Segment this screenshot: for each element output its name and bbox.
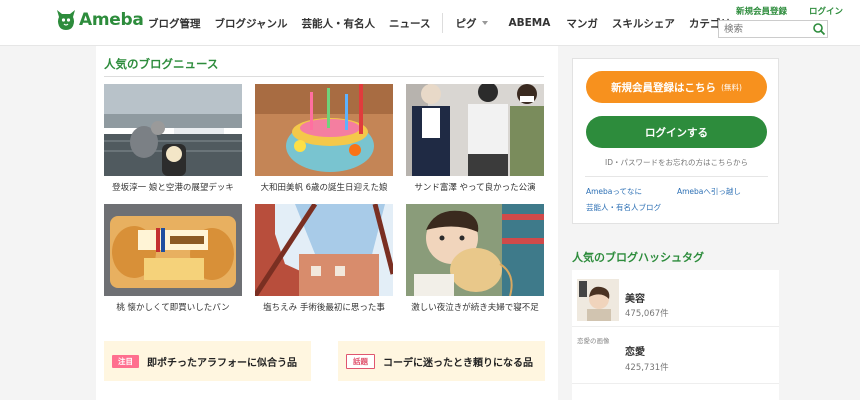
- promo-badge: 注目: [112, 354, 139, 368]
- nav-celebrity[interactable]: 芸能人・有名人: [301, 16, 375, 31]
- birthday-cake-photo: [255, 84, 393, 176]
- promo-badge: 話題: [346, 353, 375, 369]
- hashtag-thumbnail: [577, 279, 619, 321]
- nav-manga[interactable]: マンガ: [566, 16, 598, 31]
- news-item[interactable]: サンド富澤 やって良かった公演: [406, 84, 544, 193]
- bread-package-photo: [104, 204, 242, 296]
- nav-pigg[interactable]: ピグ: [455, 16, 489, 31]
- account-card: 新規会員登録はこちら (無料) ログインする ID・パスワードをお忘れの方はこち…: [572, 58, 779, 224]
- logo-wordmark: Ameba: [79, 10, 144, 30]
- register-button-label: 新規会員登録はこちら: [611, 81, 717, 94]
- news-caption: 大和田美帆 6歳の誕生日迎えた娘: [260, 183, 388, 193]
- nav-divider: [442, 13, 444, 33]
- news-caption: サンド富澤 やって良かった公演: [414, 183, 536, 193]
- hashtag-section-title: 人気のブログハッシュタグ: [572, 251, 704, 264]
- search-input[interactable]: [719, 21, 811, 37]
- news-caption: 登坂淳一 娘と空港の展望デッキ: [112, 183, 234, 193]
- nav-blog-manage[interactable]: ブログ管理: [148, 16, 201, 31]
- news-caption: 塩ちえみ 手術後最初に思った事: [263, 303, 385, 313]
- divider: [104, 76, 544, 77]
- hashtag-item[interactable]: 恋愛の画像 恋愛 425,731件: [572, 327, 779, 384]
- nav-pigg-label: ピグ: [455, 17, 477, 30]
- news-item[interactable]: 塩ちえみ 手術後最初に思った事: [255, 204, 393, 313]
- main-nav: ブログ管理 ブログジャンル 芸能人・有名人 ニュース ピグ ABEMA マンガ …: [148, 13, 743, 33]
- news-item[interactable]: 大和田美帆 6歳の誕生日迎えた娘: [255, 84, 393, 193]
- divider: [585, 176, 768, 177]
- news-section-title: 人気のブログニュース: [104, 57, 219, 71]
- hashtag-name: 恋愛: [625, 347, 645, 358]
- celebrity-blog-link[interactable]: 芸能人・有名人ブログ: [586, 202, 661, 213]
- airport-deck-photo: [104, 84, 242, 176]
- promo-text: コーデに迷ったとき頼りになる品: [383, 357, 533, 369]
- hashtag-count: 425,731件: [625, 363, 669, 373]
- performers-photo: [406, 84, 544, 176]
- promo-banner[interactable]: 注目 即ポチったアラフォーに似合う品: [104, 341, 311, 381]
- nav-skillshare[interactable]: スキルシェア: [612, 16, 675, 31]
- ameba-logo[interactable]: Ameba: [56, 8, 144, 32]
- hashtag-count: 475,067件: [625, 309, 669, 319]
- ameba-mascot-icon: [57, 10, 75, 30]
- move-to-ameba-link[interactable]: Amebaへ引っ越し: [677, 186, 741, 197]
- hashtag-item[interactable]: 美容 475,067件: [572, 270, 779, 327]
- news-caption: 桃 懐かしくて即買いしたパン: [116, 303, 230, 313]
- promo-text: 即ポチったアラフォーに似合う品: [147, 357, 297, 369]
- search-icon[interactable]: [812, 22, 826, 36]
- global-header: Ameba ブログ管理 ブログジャンル 芸能人・有名人 ニュース ピグ ABEM…: [0, 0, 860, 46]
- account-links: 新規会員登録 ログイン: [736, 5, 843, 17]
- register-button[interactable]: 新規会員登録はこちら (無料): [586, 71, 767, 103]
- register-note: (無料): [721, 82, 742, 92]
- header-login-link[interactable]: ログイン: [809, 5, 843, 17]
- hashtag-list: 美容 475,067件 恋愛の画像 恋愛 425,731件: [572, 270, 779, 400]
- news-item[interactable]: 桃 懐かしくて即買いしたパン: [104, 204, 242, 313]
- hashtag-name: 美容: [625, 294, 645, 305]
- forgot-password-link[interactable]: ID・パスワードをお忘れの方はこちらから: [573, 157, 780, 168]
- window-sky-photo: [255, 204, 393, 296]
- news-item[interactable]: 激しい夜泣きが続き夫婦で寝不足: [406, 204, 544, 313]
- hashtag-thumbnail: 恋愛の画像: [577, 337, 610, 345]
- header-register-link[interactable]: 新規会員登録: [736, 5, 787, 17]
- baby-balloon-photo: [406, 204, 544, 296]
- news-caption: 激しい夜泣きが続き夫婦で寝不足: [411, 303, 539, 313]
- search-box: [718, 20, 828, 38]
- news-item[interactable]: 登坂淳一 娘と空港の展望デッキ: [104, 84, 242, 193]
- about-ameba-link[interactable]: Amebaってなに: [586, 186, 642, 197]
- chevron-down-icon: [482, 21, 489, 25]
- nav-abema[interactable]: ABEMA: [508, 17, 550, 29]
- nav-news[interactable]: ニュース: [389, 16, 430, 31]
- nav-blog-genre[interactable]: ブログジャンル: [215, 16, 288, 31]
- promo-banner[interactable]: 話題 コーデに迷ったとき頼りになる品: [338, 341, 545, 381]
- login-button-label: ログインする: [645, 126, 708, 139]
- login-button[interactable]: ログインする: [586, 116, 767, 148]
